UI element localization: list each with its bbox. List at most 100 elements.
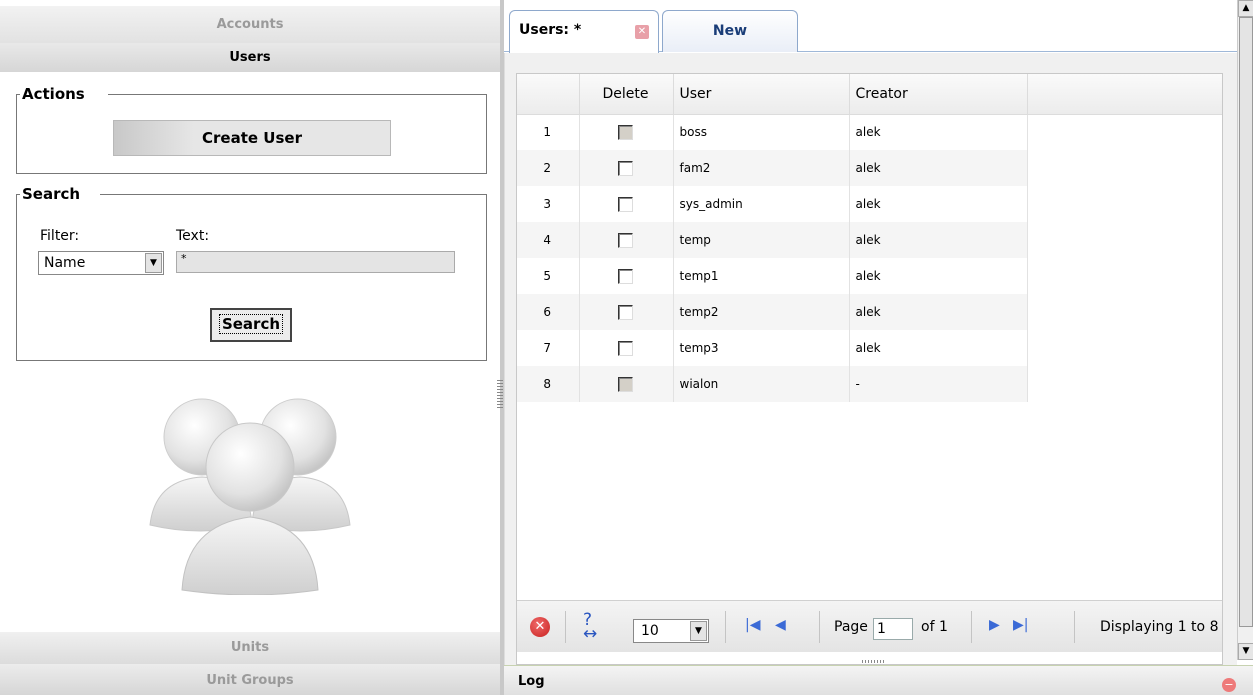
creator-cell: alek <box>849 330 1028 366</box>
delete-checkbox[interactable] <box>618 196 633 212</box>
search-text-input[interactable]: * <box>176 251 455 273</box>
filler-cell <box>1027 222 1222 258</box>
delete-checkbox[interactable] <box>618 160 633 176</box>
column-header-filler <box>1027 74 1222 115</box>
row-number: 1 <box>517 114 580 150</box>
delete-checkbox[interactable] <box>618 304 633 320</box>
first-page-icon[interactable]: |◀ <box>745 617 760 633</box>
accordion-accounts-header[interactable]: Accounts <box>0 6 500 44</box>
creator-cell: alek <box>849 114 1028 150</box>
table-row[interactable]: 3 sys_admin alek <box>517 186 1222 222</box>
page-size-value: 10 <box>641 623 659 639</box>
vertical-scrollbar[interactable]: ▲ ▼ <box>1237 0 1253 660</box>
users-group-icon <box>149 398 351 595</box>
row-number: 7 <box>517 330 580 366</box>
scroll-down-arrow-icon[interactable]: ▼ <box>1238 643 1253 660</box>
collapse-icon[interactable]: − <box>1222 678 1236 692</box>
page-number-input[interactable]: 1 <box>873 618 913 640</box>
log-label: Log <box>518 674 545 689</box>
table-header-row: Delete User Creator <box>517 74 1222 115</box>
column-header-number <box>517 74 580 115</box>
display-count-text: Displaying 1 to 8 <box>1100 619 1219 635</box>
search-button[interactable]: Search <box>210 308 292 342</box>
user-cell: temp1 <box>673 258 850 294</box>
row-number: 2 <box>517 150 580 186</box>
filler-cell <box>1027 114 1222 150</box>
right-panel: Users: * ✕ New Delete User Creator 1 boss… <box>504 0 1237 665</box>
toolbar-separator <box>1074 611 1075 643</box>
column-header-delete[interactable]: Delete <box>579 74 674 115</box>
filler-cell <box>1027 186 1222 222</box>
table-row[interactable]: 2 fam2 alek <box>517 150 1222 186</box>
user-cell: boss <box>673 114 850 150</box>
filter-select-value: Name <box>44 255 86 271</box>
column-header-creator[interactable]: Creator <box>849 74 1028 115</box>
delete-cell <box>579 150 674 186</box>
user-cell: fam2 <box>673 150 850 186</box>
page-size-select[interactable]: 10 ▼ <box>633 619 709 643</box>
tab-content: Delete User Creator 1 boss alek 2 fam2 alek 3 s… <box>504 53 1237 665</box>
last-page-icon[interactable]: ▶| <box>1013 617 1028 633</box>
cancel-icon[interactable]: ✕ <box>530 617 550 637</box>
scrollbar-thumb[interactable] <box>1239 17 1253 627</box>
search-button-label: Search <box>218 314 284 334</box>
delete-cell <box>579 294 674 330</box>
chevron-down-icon[interactable]: ▼ <box>690 621 707 641</box>
row-number: 4 <box>517 222 580 258</box>
close-icon[interactable]: ✕ <box>635 25 649 39</box>
delete-checkbox <box>618 124 633 140</box>
scroll-up-arrow-icon[interactable]: ▲ <box>1238 0 1253 17</box>
creator-cell: alek <box>849 186 1028 222</box>
next-page-icon[interactable]: ▶ <box>989 617 1000 633</box>
column-header-user[interactable]: User <box>673 74 850 115</box>
resize-columns-icon[interactable]: ? ↔ <box>583 612 597 643</box>
chevron-down-icon[interactable]: ▼ <box>145 253 162 273</box>
accordion-units-header[interactable]: Units <box>0 632 500 664</box>
user-cell: temp <box>673 222 850 258</box>
pagination-toolbar: ✕ ? ↔ 10 ▼ |◀ ◀ Page 1 of 1 ▶ ▶| Displayi… <box>517 600 1222 652</box>
delete-checkbox[interactable] <box>618 340 633 356</box>
accordion-users-header[interactable]: Users <box>0 44 500 72</box>
table-row[interactable]: 5 temp1 alek <box>517 258 1222 294</box>
delete-checkbox[interactable] <box>618 268 633 284</box>
filter-label: Filter: <box>40 228 80 244</box>
table-row[interactable]: 6 temp2 alek <box>517 294 1222 330</box>
delete-cell <box>579 186 674 222</box>
tab-users[interactable]: Users: * ✕ <box>509 10 659 53</box>
tab-new-label: New <box>712 23 748 39</box>
filter-select[interactable]: Name ▼ <box>38 251 164 275</box>
left-panel: Accounts Users Actions Create User Searc… <box>0 0 500 695</box>
delete-checkbox[interactable] <box>618 232 633 248</box>
user-cell: temp3 <box>673 330 850 366</box>
toolbar-separator <box>565 611 566 643</box>
users-grid-panel: Delete User Creator 1 boss alek 2 fam2 alek 3 s… <box>516 73 1223 665</box>
horizontal-splitter-grip[interactable] <box>862 660 884 663</box>
text-label: Text: <box>176 228 210 244</box>
table-row[interactable]: 7 temp3 alek <box>517 330 1222 366</box>
delete-cell <box>579 258 674 294</box>
creator-cell: alek <box>849 294 1028 330</box>
creator-cell: - <box>849 366 1028 402</box>
accordion-unit-groups-header[interactable]: Unit Groups <box>0 664 500 695</box>
delete-cell <box>579 330 674 366</box>
actions-legend: Actions <box>20 85 87 103</box>
delete-checkbox <box>618 376 633 392</box>
filler-cell <box>1027 330 1222 366</box>
tab-new[interactable]: New <box>662 10 798 52</box>
toolbar-separator <box>819 611 820 643</box>
search-legend: Search <box>20 185 83 203</box>
prev-page-icon[interactable]: ◀ <box>775 617 786 633</box>
log-bar[interactable]: Log − <box>504 665 1253 695</box>
create-user-button[interactable]: Create User <box>113 120 391 156</box>
creator-cell: alek <box>849 258 1028 294</box>
delete-cell <box>579 222 674 258</box>
table-row[interactable]: 8 wialon - <box>517 366 1222 402</box>
creator-cell: alek <box>849 150 1028 186</box>
toolbar-separator <box>971 611 972 643</box>
table-row[interactable]: 4 temp alek <box>517 222 1222 258</box>
splitter-grip[interactable] <box>497 380 503 410</box>
row-number: 3 <box>517 186 580 222</box>
users-table: Delete User Creator 1 boss alek 2 fam2 alek 3 s… <box>517 74 1222 402</box>
filler-cell <box>1027 258 1222 294</box>
table-row[interactable]: 1 boss alek <box>517 114 1222 150</box>
